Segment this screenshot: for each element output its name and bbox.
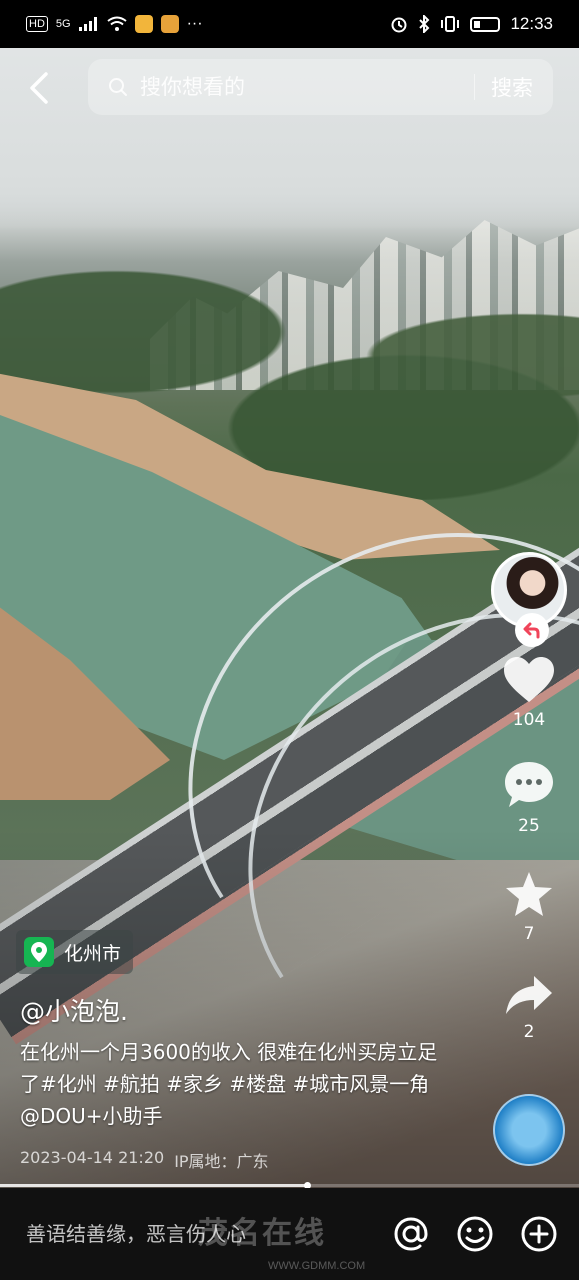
like-count: 104: [512, 710, 546, 730]
signal-label: 5G: [55, 18, 71, 30]
share-icon: [506, 976, 552, 1014]
heart-icon: [504, 657, 554, 702]
vibrate-icon: [441, 16, 460, 32]
ip-location: IP属地：广东: [174, 1152, 269, 1171]
at-icon[interactable]: [391, 1214, 431, 1254]
more-notifications: ···: [186, 15, 203, 32]
location-label: 化州市: [64, 942, 122, 965]
emoji-icon[interactable]: [455, 1214, 495, 1254]
watermark-brand: 茂名在线: [198, 1216, 326, 1251]
signal-icon: [78, 17, 97, 31]
hd-indicator: HD: [26, 16, 48, 32]
back-button[interactable]: [22, 66, 62, 110]
status-left: HD 5G ···: [26, 15, 203, 33]
comment-button[interactable]: 25: [503, 760, 555, 836]
status-right: 12:33: [390, 14, 553, 34]
share-button[interactable]: 2: [504, 974, 554, 1042]
video-meta: 2023-04-14 21:20 IP属地：广东: [20, 1148, 269, 1172]
music-disc[interactable]: [493, 1094, 565, 1166]
plus-icon[interactable]: [519, 1214, 559, 1254]
location-icon: [24, 937, 54, 967]
comment-icon: [505, 762, 553, 807]
video-description[interactable]: 在化州一个月3600的收入 很难在化州买房立足了#化州 #航拍 #家乡 #楼盘 …: [20, 1036, 440, 1132]
wifi-icon: [106, 16, 127, 31]
favorite-button[interactable]: 7: [504, 870, 554, 944]
back-icon: [30, 72, 48, 104]
return-arrow-icon: [523, 622, 540, 639]
watermark-url: WWW.GDMM.COM: [268, 1260, 366, 1272]
publish-time: 2023-04-14 21:20: [20, 1148, 165, 1167]
battery-icon: [470, 16, 501, 32]
status-time: 12:33: [510, 14, 553, 33]
like-button[interactable]: 104: [502, 656, 556, 730]
search-divider: [474, 74, 475, 100]
author-name[interactable]: @小泡泡.: [20, 992, 128, 1028]
comment-count: 25: [518, 816, 540, 836]
favorite-count: 7: [523, 924, 535, 944]
location-tag[interactable]: 化州市: [16, 930, 134, 974]
bluetooth-icon: [419, 15, 430, 33]
alarm-icon: [391, 17, 407, 33]
author-avatar[interactable]: [491, 552, 567, 647]
search-icon: [109, 78, 127, 96]
weibo-icon: [160, 15, 179, 33]
star-icon: [506, 872, 552, 916]
search-bar[interactable]: 搜索: [88, 59, 553, 115]
progress-fill: [0, 1184, 307, 1187]
share-count: 2: [523, 1022, 535, 1042]
weibo-icon: [134, 15, 153, 33]
status-bar: HD 5G ··· 12:33: [0, 0, 579, 48]
search-button[interactable]: 搜索: [491, 72, 533, 102]
follow-button[interactable]: [515, 613, 549, 647]
progress-bar[interactable]: [0, 1182, 579, 1189]
search-input[interactable]: [140, 75, 458, 99]
action-rail: 104 25 7 2: [491, 552, 567, 1042]
